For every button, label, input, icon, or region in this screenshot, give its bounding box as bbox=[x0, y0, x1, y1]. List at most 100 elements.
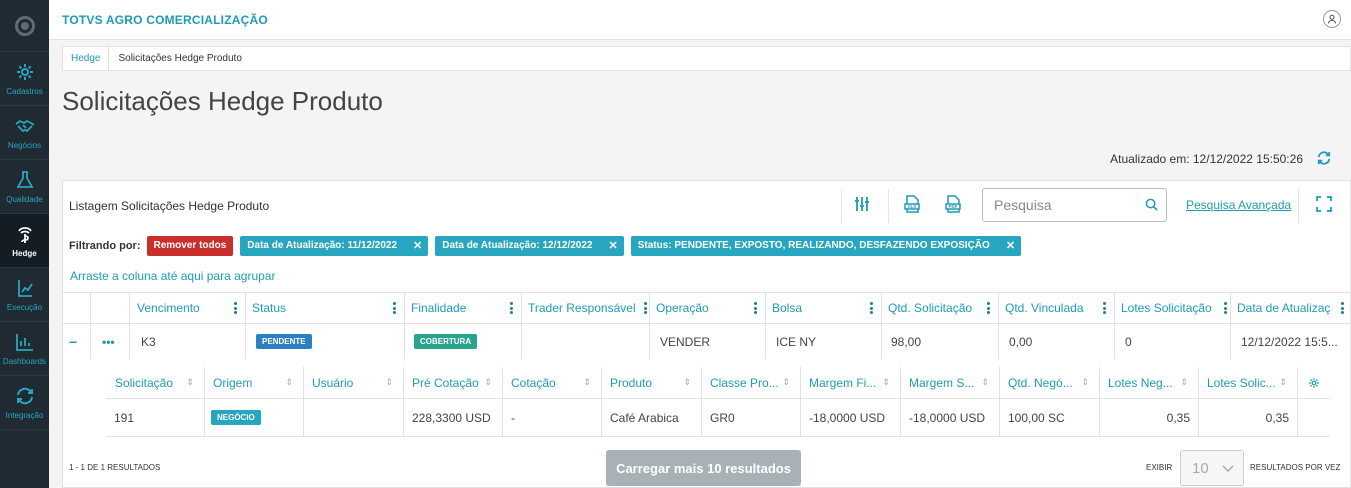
column-header-label: Produto bbox=[610, 375, 653, 390]
row-actions-button[interactable]: ••• bbox=[91, 324, 130, 359]
sidebar-item-dashboards[interactable]: Dashboards bbox=[0, 322, 49, 376]
totvs-logo[interactable] bbox=[0, 0, 49, 52]
sort-icon[interactable]: ⇕ bbox=[981, 377, 989, 388]
column-header-label: Qtd. Solicitação bbox=[888, 301, 973, 315]
cell-empty bbox=[1298, 399, 1330, 436]
refresh-icon[interactable] bbox=[1317, 151, 1331, 165]
advanced-search-link[interactable]: Pesquisa Avançada bbox=[1186, 198, 1291, 212]
detail-column-header[interactable]: Margem S... ⇕ bbox=[901, 367, 1000, 398]
column-header-lotes-solicitacao[interactable]: Lotes Solicitação bbox=[1115, 293, 1231, 323]
sort-icon[interactable]: ⇕ bbox=[484, 377, 492, 388]
detail-column-header[interactable]: Solicitação ⇕ bbox=[106, 367, 205, 398]
detail-column-header[interactable]: Lotes Solic... ⇕ bbox=[1199, 367, 1298, 398]
breadcrumb-current: Solicitações Hedge Produto bbox=[118, 53, 242, 64]
results-count: 1 - 1 DE 1 RESULTADOS bbox=[69, 463, 161, 472]
column-header-operacao[interactable]: Operação bbox=[650, 293, 766, 323]
cell-qtd-vinculada: 0,00 bbox=[999, 324, 1115, 359]
cell-usuario bbox=[304, 399, 404, 436]
cell-lotes-negociados: 0,35 bbox=[1100, 399, 1199, 436]
sidebar-item-cadastros[interactable]: Cadastros bbox=[0, 52, 49, 106]
sort-icon[interactable]: ⇕ bbox=[385, 377, 393, 388]
column-header-label: Lotes Neg... bbox=[1108, 375, 1173, 390]
close-icon[interactable]: ✕ bbox=[609, 239, 618, 252]
detail-column-header[interactable]: Qtd. Negó... ⇕ bbox=[1000, 367, 1100, 398]
column-header-qtd-vinculada[interactable]: Qtd. Vinculada bbox=[999, 293, 1115, 323]
cell-origem: NEGÓCIO bbox=[205, 399, 304, 436]
detail-column-header[interactable]: Produto ⇕ bbox=[602, 367, 702, 398]
sort-icon[interactable]: ⇕ bbox=[782, 377, 790, 388]
detail-settings-button[interactable] bbox=[1298, 367, 1330, 398]
collapse-row-button[interactable]: − bbox=[63, 324, 91, 359]
sidebar-item-hedge[interactable]: Hedge bbox=[0, 214, 49, 268]
page-title: Solicitações Hedge Produto bbox=[62, 86, 383, 116]
column-header-bolsa[interactable]: Bolsa bbox=[766, 293, 882, 323]
column-header-data-atualizacao[interactable]: Data de Atualizaç bbox=[1231, 293, 1350, 323]
cell-operacao: VENDER bbox=[650, 324, 766, 359]
column-header-vencimento[interactable]: Vencimento bbox=[130, 293, 246, 323]
column-menu-icon[interactable] bbox=[234, 302, 237, 314]
grid-header-row: Vencimento Status Finalidade Trader Resp… bbox=[63, 293, 1350, 324]
column-menu-icon[interactable] bbox=[1341, 302, 1344, 314]
column-menu-icon[interactable] bbox=[870, 302, 873, 314]
cell-data-atualizacao: 12/12/2022 15:5... bbox=[1241, 334, 1338, 349]
column-header-label: Solicitação bbox=[115, 375, 174, 390]
column-menu-icon[interactable] bbox=[987, 302, 990, 314]
fullscreen-icon[interactable] bbox=[1316, 196, 1332, 212]
sidebar: Cadastros Negócios Qualidade Hedge Execu… bbox=[0, 0, 49, 488]
column-header-label: Lotes Solicitação bbox=[1121, 301, 1212, 315]
cell-finalidade: COBERTURA bbox=[405, 324, 522, 359]
sort-icon[interactable]: ⇕ bbox=[1279, 377, 1287, 388]
sort-icon[interactable]: ⇕ bbox=[583, 377, 591, 388]
sort-icon[interactable]: ⇕ bbox=[1180, 377, 1188, 388]
detail-column-header[interactable]: Cotação ⇕ bbox=[503, 367, 602, 398]
remove-all-filters-button[interactable]: Remover todos bbox=[146, 235, 234, 256]
detail-column-header[interactable]: Origem ⇕ bbox=[205, 367, 304, 398]
sidebar-item-execucao[interactable]: Execução bbox=[0, 268, 49, 322]
detail-column-header[interactable]: Lotes Neg... ⇕ bbox=[1100, 367, 1199, 398]
sort-icon[interactable]: ⇕ bbox=[882, 377, 890, 388]
sort-icon[interactable]: ⇕ bbox=[1081, 377, 1089, 388]
status-badge: PENDENTE bbox=[256, 334, 312, 349]
search-input[interactable] bbox=[983, 189, 1133, 221]
detail-column-header[interactable]: Usuário ⇕ bbox=[304, 367, 404, 398]
breadcrumb-link-hedge[interactable]: Hedge bbox=[63, 47, 110, 70]
sidebar-item-integracao[interactable]: Integração bbox=[0, 376, 49, 430]
column-header-trader[interactable]: Trader Responsável bbox=[522, 293, 650, 323]
close-icon[interactable]: ✕ bbox=[1006, 239, 1015, 252]
column-menu-icon[interactable] bbox=[510, 302, 513, 314]
group-drop-zone[interactable]: Arraste a coluna até aqui para agrupar bbox=[70, 269, 275, 283]
search-icon[interactable] bbox=[1145, 198, 1158, 211]
column-menu-icon[interactable] bbox=[1103, 302, 1106, 314]
detail-column-header[interactable]: Margem Fi... ⇕ bbox=[801, 367, 901, 398]
column-menu-icon[interactable] bbox=[644, 302, 647, 314]
column-header-qtd-solicitacao[interactable]: Qtd. Solicitação bbox=[882, 293, 999, 323]
per-page-select[interactable]: 10 bbox=[1180, 450, 1244, 486]
handshake-icon bbox=[14, 119, 34, 132]
column-menu-icon[interactable] bbox=[754, 302, 757, 314]
export-pdf-icon[interactable]: PDF bbox=[944, 195, 962, 213]
hedge-icon bbox=[17, 226, 32, 243]
sidebar-item-qualidade[interactable]: Qualidade bbox=[0, 160, 49, 214]
sort-icon[interactable]: ⇕ bbox=[683, 377, 691, 388]
table-row[interactable]: − ••• K3 PENDENTE COBERTURA VENDER ICE N… bbox=[63, 324, 1350, 359]
detail-header-row: Solicitação ⇕ Origem ⇕ Usuário ⇕ Pré Cotaçã… bbox=[106, 367, 1330, 399]
columns-config-icon[interactable] bbox=[853, 195, 871, 213]
brand-title[interactable]: TOTVS AGRO COMERCIALIZAÇÃO bbox=[62, 13, 268, 27]
column-header-status[interactable]: Status bbox=[246, 293, 405, 323]
user-menu-button[interactable] bbox=[1323, 10, 1341, 28]
load-more-button[interactable]: Carregar mais 10 resultados bbox=[606, 450, 801, 486]
column-menu-icon[interactable] bbox=[1224, 302, 1227, 314]
per-page-prefix: EXIBIR bbox=[1146, 463, 1173, 472]
column-header-finalidade[interactable]: Finalidade bbox=[405, 293, 522, 323]
detail-row[interactable]: 191 NEGÓCIO 228,3300 USD - Café Arabica … bbox=[106, 399, 1330, 437]
sort-icon[interactable]: ⇕ bbox=[186, 377, 194, 388]
column-header-label: Operação bbox=[656, 301, 709, 315]
close-icon[interactable]: ✕ bbox=[413, 239, 422, 252]
detail-column-header[interactable]: Pré Cotação ⇕ bbox=[404, 367, 503, 398]
export-xls-icon[interactable]: XLS bbox=[903, 195, 921, 213]
sidebar-item-negocios[interactable]: Negócios bbox=[0, 106, 49, 160]
sort-icon[interactable]: ⇕ bbox=[285, 377, 293, 388]
detail-column-header[interactable]: Classe Pro... ⇕ bbox=[702, 367, 801, 398]
column-header-label: Origem bbox=[213, 375, 253, 390]
column-menu-icon[interactable] bbox=[393, 302, 396, 314]
